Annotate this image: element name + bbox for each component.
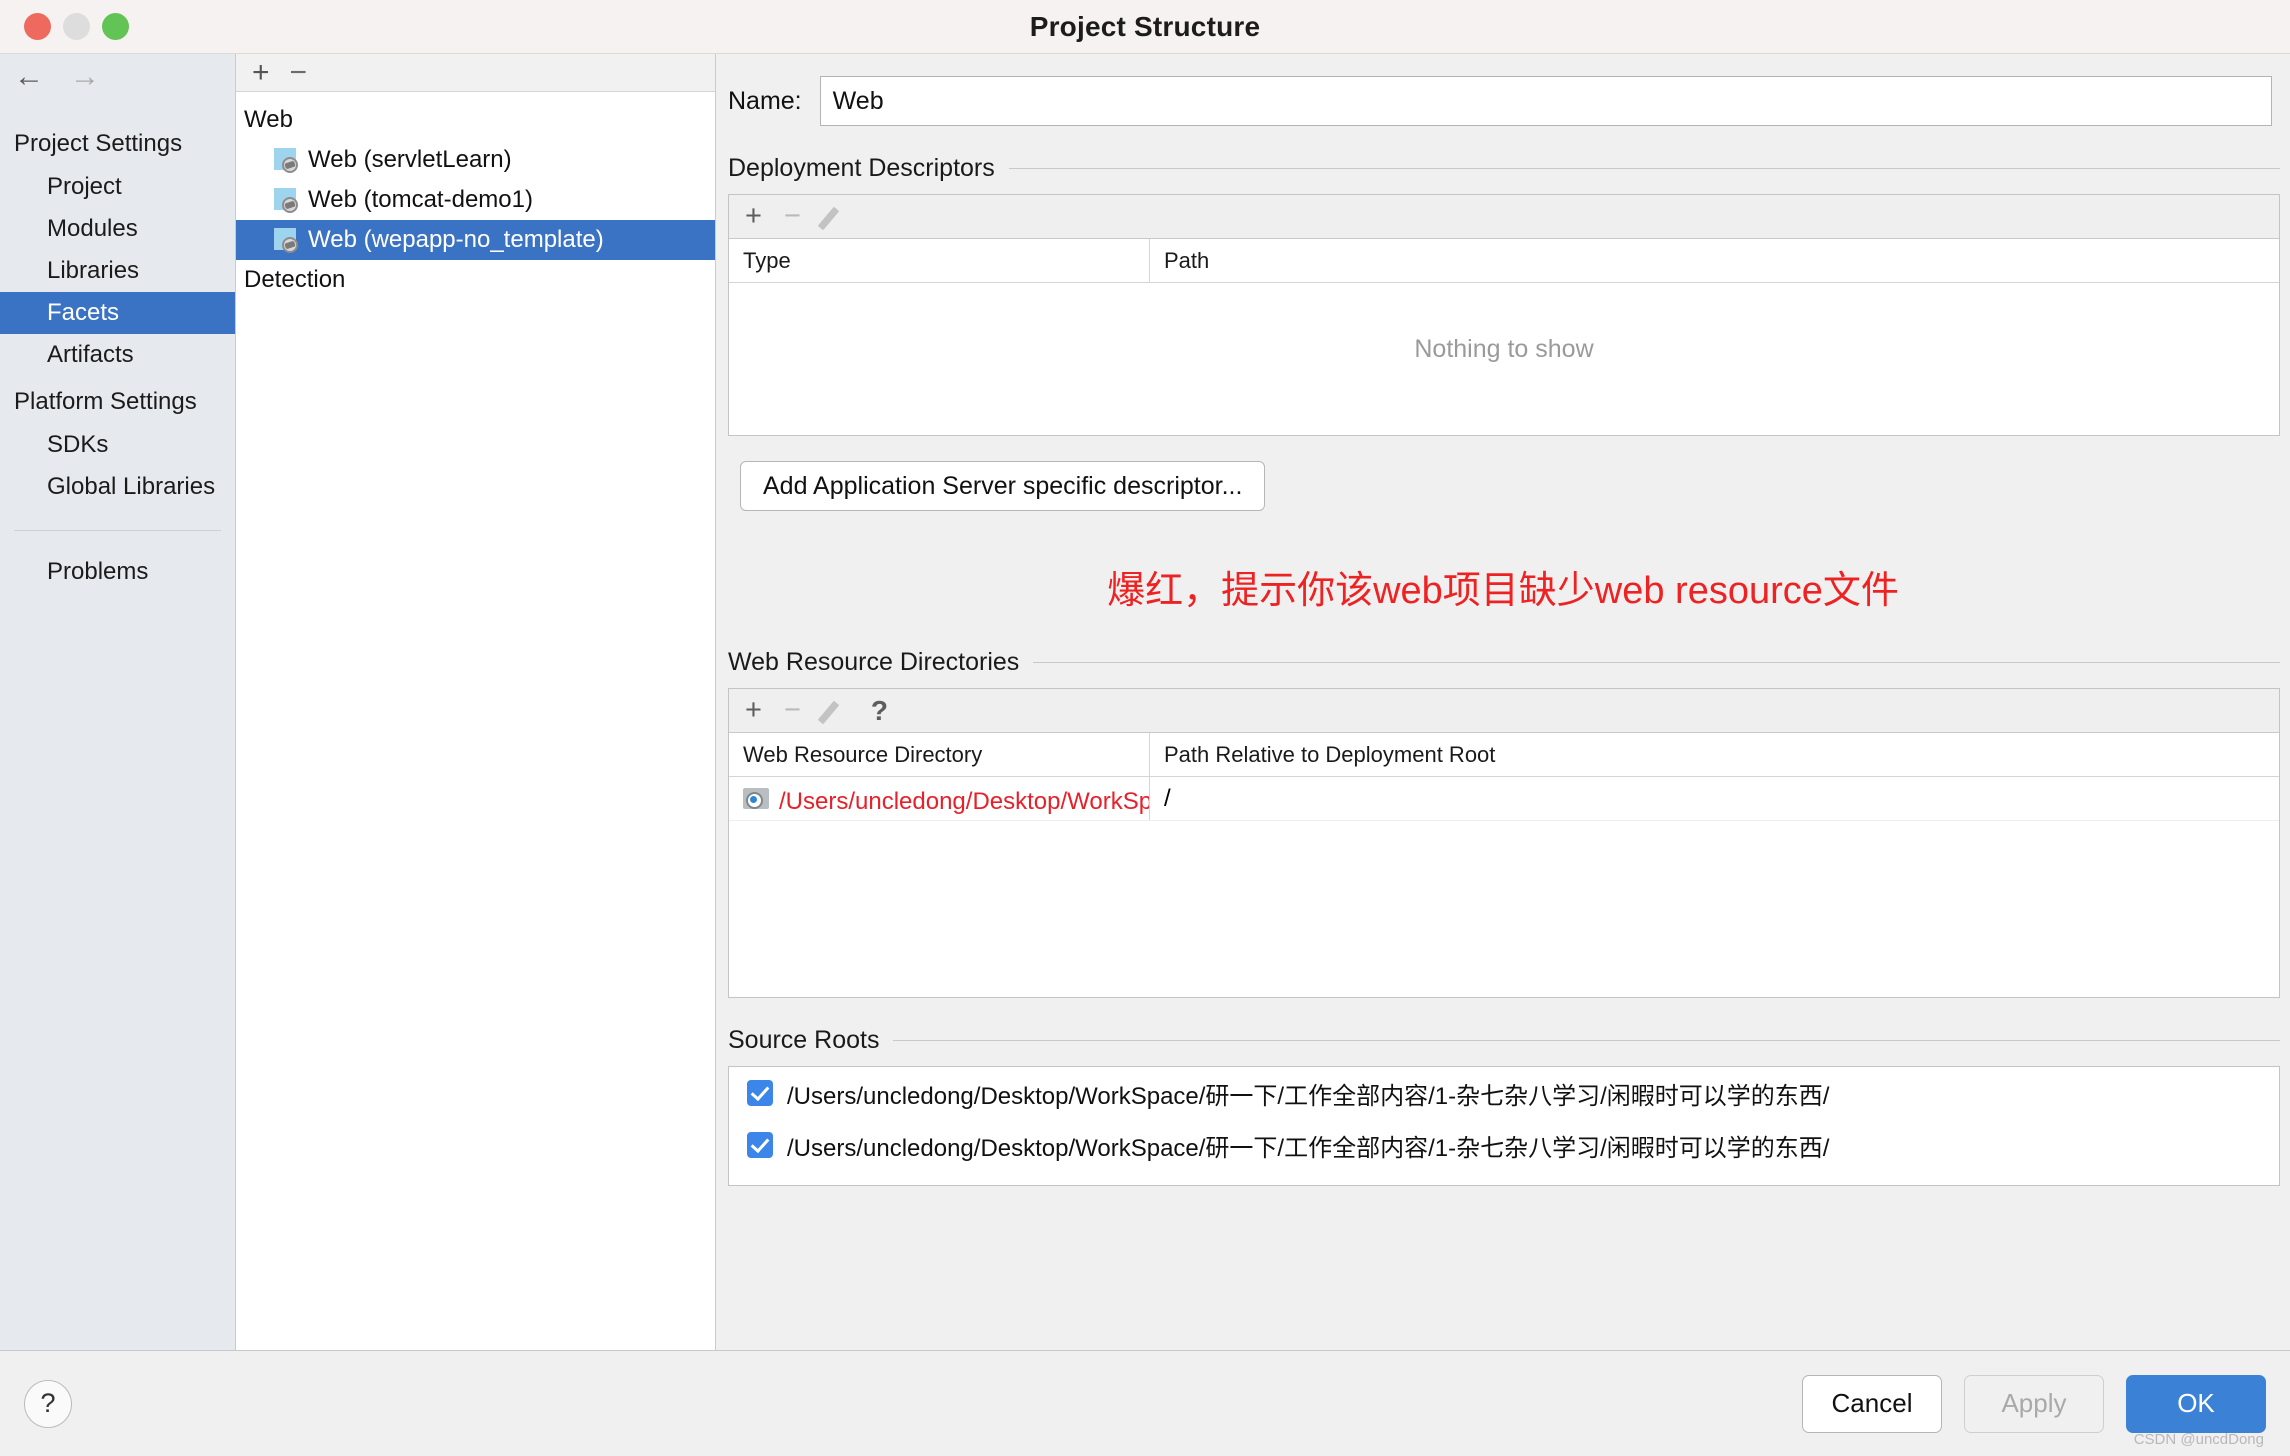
- web-facet-icon: [274, 187, 299, 213]
- tree-node-label: Web: [244, 106, 293, 133]
- facets-tree-pane: + − Web Web (servletLearn) Web (tomcat-d…: [236, 54, 716, 1350]
- remove-web-resource-icon[interactable]: −: [784, 696, 801, 725]
- sidebar-nav-list: Project Settings Project Modules Librari…: [0, 100, 235, 593]
- relative-path-cell[interactable]: /: [1150, 785, 2279, 813]
- list-item[interactable]: /Users/uncledong/Desktop/WorkSpace/研一下/工…: [729, 1067, 2279, 1119]
- tree-node-detection-group[interactable]: Detection: [236, 260, 715, 300]
- section-rule: [893, 1040, 2280, 1041]
- checkbox-checked-icon[interactable]: [747, 1080, 773, 1106]
- settings-sidebar: ← → Project Settings Project Modules Lib…: [0, 54, 236, 1350]
- arrow-right-icon[interactable]: →: [70, 62, 100, 92]
- red-annotation-text: 爆红，提示你该web项目缺少web resource文件: [1107, 570, 1899, 612]
- add-descriptor-button-wrap: Add Application Server specific descript…: [728, 436, 2280, 511]
- tree-node-label: Detection: [244, 266, 346, 293]
- arrow-left-icon[interactable]: ←: [14, 62, 44, 92]
- remove-facet-button[interactable]: −: [290, 57, 308, 88]
- sidebar-item-libraries[interactable]: Libraries: [0, 250, 235, 292]
- sidebar-divider: [14, 530, 221, 531]
- remove-descriptor-icon[interactable]: −: [784, 202, 801, 231]
- web-facet-icon: [274, 147, 299, 173]
- tree-node-label: Web (servletLearn): [308, 146, 512, 173]
- section-rule: [1008, 168, 2280, 169]
- list-item[interactable]: /Users/uncledong/Desktop/WorkSpace/研一下/工…: [729, 1119, 2279, 1171]
- source-root-path: /Users/uncledong/Desktop/WorkSpace/研一下/工…: [787, 1134, 1830, 1162]
- sidebar-item-artifacts[interactable]: Artifacts: [0, 334, 235, 376]
- deployment-descriptors-header: Deployment Descriptors: [728, 154, 2280, 183]
- apply-button[interactable]: Apply: [1964, 1374, 2104, 1433]
- tree-node-label: Web (tomcat-demo1): [308, 186, 533, 213]
- facet-name-label: Name:: [728, 86, 802, 115]
- add-web-resource-icon[interactable]: +: [745, 696, 762, 725]
- column-header-web-resource-directory: Web Resource Directory: [743, 741, 983, 767]
- web-resource-toolbar: + − ?: [729, 689, 2279, 733]
- checkbox-checked-icon[interactable]: [747, 1132, 773, 1158]
- sidebar-item-facets[interactable]: Facets: [0, 292, 235, 334]
- dialog-footer: ? Cancel Apply OK CSDN @uncdDong: [0, 1350, 2290, 1456]
- web-resource-directory-cell[interactable]: /Users/uncledong/Desktop/WorkSpace/研...: [729, 781, 1149, 816]
- deployment-toolbar: + −: [729, 195, 2279, 239]
- add-descriptor-icon[interactable]: +: [745, 202, 762, 231]
- deployment-descriptors-section: Deployment Descriptors + − Type Path Not…: [716, 154, 2290, 511]
- tree-node-web-group[interactable]: Web: [236, 100, 715, 140]
- tree-node-web-servletlearn[interactable]: Web (servletLearn): [236, 140, 715, 180]
- cancel-button[interactable]: Cancel: [1802, 1374, 1942, 1433]
- sidebar-nav-arrows: ← →: [0, 54, 235, 100]
- project-structure-window: Project Structure ← → Project Settings P…: [0, 0, 2290, 1456]
- ok-button[interactable]: OK: [2126, 1374, 2266, 1433]
- source-roots-panel: /Users/uncledong/Desktop/WorkSpace/研一下/工…: [728, 1066, 2280, 1186]
- help-button[interactable]: ?: [24, 1379, 72, 1428]
- edit-web-resource-icon[interactable]: [823, 698, 849, 724]
- add-application-server-descriptor-button[interactable]: Add Application Server specific descript…: [740, 461, 1266, 511]
- sidebar-item-problems[interactable]: Problems: [0, 551, 235, 593]
- table-row[interactable]: /Users/uncledong/Desktop/WorkSpace/研... …: [729, 777, 2279, 821]
- window-body: ← → Project Settings Project Modules Lib…: [0, 54, 2290, 1350]
- folder-icon: [743, 788, 769, 809]
- web-facet-icon: [274, 227, 299, 253]
- window-title: Project Structure: [1029, 10, 1261, 42]
- edit-descriptor-icon[interactable]: [823, 204, 849, 230]
- sidebar-item-project[interactable]: Project: [0, 166, 235, 208]
- column-header-type: Type: [743, 247, 791, 273]
- deployment-descriptors-title: Deployment Descriptors: [728, 154, 995, 182]
- facets-tree-toolbar: + −: [236, 54, 715, 92]
- deployment-descriptors-panel: + − Type Path Nothing to show: [728, 194, 2280, 436]
- source-roots-title: Source Roots: [728, 1026, 880, 1054]
- web-resource-directories-title: Web Resource Directories: [728, 648, 1020, 676]
- column-header-relative-path: Path Relative to Deployment Root: [1164, 741, 1496, 767]
- watermark-text: CSDN @uncdDong: [2133, 1431, 2264, 1448]
- web-resource-table-header: Web Resource Directory Path Relative to …: [729, 733, 2279, 777]
- sidebar-group-project-settings: Project Settings: [14, 130, 183, 157]
- facets-tree-body: Web Web (servletLearn) Web (tomcat-demo1…: [236, 92, 715, 1350]
- web-resource-table-body[interactable]: /Users/uncledong/Desktop/WorkSpace/研... …: [729, 777, 2279, 997]
- web-resource-directory-value: /Users/uncledong/Desktop/WorkSpace/研...: [779, 788, 1149, 815]
- column-header-path: Path: [1164, 247, 1210, 273]
- sidebar-group-platform-settings: Platform Settings: [14, 388, 197, 415]
- facet-name-row: Name: Web: [716, 76, 2290, 126]
- tree-node-label: Web (wepapp-no_template): [308, 226, 604, 253]
- facet-name-input[interactable]: Web: [819, 76, 2272, 126]
- deployment-table-header: Type Path: [729, 239, 2279, 283]
- add-facet-button[interactable]: +: [252, 57, 270, 88]
- tree-node-web-tomcat-demo1[interactable]: Web (tomcat-demo1): [236, 180, 715, 220]
- sidebar-item-sdks[interactable]: SDKs: [0, 424, 235, 466]
- facet-detail-pane: Name: Web Deployment Descriptors + − Typ…: [716, 54, 2290, 1350]
- source-root-path: /Users/uncledong/Desktop/WorkSpace/研一下/工…: [787, 1082, 1830, 1110]
- title-bar: Project Structure: [0, 0, 2290, 54]
- web-resource-directories-section: Web Resource Directories + − ? Web Resou…: [716, 648, 2290, 998]
- web-resource-directories-header: Web Resource Directories: [728, 648, 2280, 677]
- section-rule: [1033, 662, 2280, 663]
- sidebar-item-global-libraries[interactable]: Global Libraries: [0, 466, 235, 508]
- deployment-empty-message: Nothing to show: [1414, 335, 1594, 363]
- deployment-table-body[interactable]: Nothing to show: [729, 283, 2279, 435]
- web-resource-directories-panel: + − ? Web Resource Directory Path Relati…: [728, 688, 2280, 998]
- tree-node-web-wepapp-no-template[interactable]: Web (wepapp-no_template): [236, 220, 715, 260]
- source-roots-header: Source Roots: [728, 1026, 2280, 1055]
- source-roots-section: Source Roots /Users/uncledong/Desktop/Wo…: [716, 1026, 2290, 1186]
- sidebar-item-modules[interactable]: Modules: [0, 208, 235, 250]
- help-icon[interactable]: ?: [871, 696, 888, 725]
